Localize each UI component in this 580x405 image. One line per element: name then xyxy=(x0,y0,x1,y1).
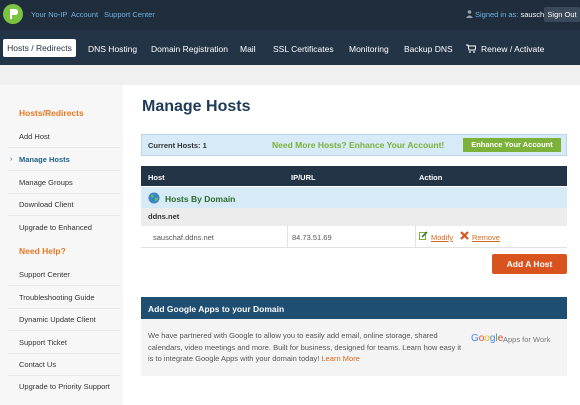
divider xyxy=(8,285,120,286)
nav-hosts-redirects[interactable]: Hosts / Redirects xyxy=(3,39,76,57)
learn-more-link[interactable]: Learn More xyxy=(321,354,359,363)
group-label: Hosts By Domain xyxy=(165,194,236,204)
add-host-button[interactable]: Add A Host xyxy=(492,254,567,274)
divider xyxy=(8,375,120,376)
your-noip-link[interactable]: Your No-IP xyxy=(31,10,67,19)
nav-backup-dns[interactable]: Backup DNS xyxy=(404,44,453,54)
modify-link[interactable]: Modify xyxy=(431,233,453,242)
divider xyxy=(8,193,120,194)
globe-icon xyxy=(148,192,160,204)
apps-for-work-label: Apps for Work xyxy=(503,335,551,344)
upsell-text: Need More Hosts? Enhance Your Account! xyxy=(272,140,445,150)
host-ip: 84.73.51.69 xyxy=(292,233,332,242)
divider xyxy=(415,226,416,248)
nav-renew-activate[interactable]: Renew / Activate xyxy=(481,44,544,54)
host-name[interactable]: sauschaf.ddns.net xyxy=(153,233,214,242)
remove-icon[interactable] xyxy=(460,231,469,240)
divider xyxy=(8,330,120,331)
divider xyxy=(8,170,120,171)
domain-row xyxy=(141,208,567,226)
nav-monitoring[interactable]: Monitoring xyxy=(349,44,389,54)
noip-logo-icon[interactable] xyxy=(3,4,23,24)
sidebar-item-troubleshooting[interactable]: Troubleshooting Guide xyxy=(19,293,95,302)
google-apps-description: We have partnered with Google to allow y… xyxy=(148,331,462,363)
nav-mail[interactable]: Mail xyxy=(240,44,256,54)
edit-icon[interactable] xyxy=(419,231,428,240)
google-apps-title: Add Google Apps to your Domain xyxy=(148,304,285,314)
sidebar-item-dynamic-update-client[interactable]: Dynamic Update Client xyxy=(19,315,96,324)
sidebar-item-support-center[interactable]: Support Center xyxy=(19,270,70,279)
sidebar-item-manage-hosts[interactable]: Manage Hosts xyxy=(19,155,70,164)
table-header xyxy=(141,166,567,186)
sidebar-heading-help: Need Help? xyxy=(19,246,66,256)
account-link[interactable]: Account xyxy=(71,10,98,19)
sidebar-item-contact-us[interactable]: Contact Us xyxy=(19,360,56,369)
divider xyxy=(8,308,120,309)
chevron-right-icon: › xyxy=(10,156,13,163)
current-hosts-count: Current Hosts: 1 xyxy=(148,141,207,150)
divider xyxy=(8,215,120,216)
domain-label: ddns.net xyxy=(148,212,180,221)
divider xyxy=(287,226,288,248)
signed-in-label: Signed in as: sauschaf xyxy=(475,10,551,19)
header-action: Action xyxy=(419,173,443,182)
page-title: Manage Hosts xyxy=(142,98,251,115)
sidebar-item-support-ticket[interactable]: Support Ticket xyxy=(19,338,67,347)
nav-domain-registration[interactable]: Domain Registration xyxy=(151,44,228,54)
sidebar-heading-hosts: Hosts/Redirects xyxy=(19,108,84,118)
nav-dns-hosting[interactable]: DNS Hosting xyxy=(88,44,137,54)
cart-icon xyxy=(466,44,476,53)
sidebar-item-upgrade-enhanced[interactable]: Upgrade to Enhanced xyxy=(19,223,92,232)
divider xyxy=(8,353,120,354)
user-icon xyxy=(466,10,473,18)
sign-out-button[interactable]: Sign Out xyxy=(544,7,580,22)
sidebar-item-add-host[interactable]: Add Host xyxy=(19,132,50,141)
support-center-link[interactable]: Support Center xyxy=(104,10,155,19)
nav-ssl-certificates[interactable]: SSL Certificates xyxy=(273,44,334,54)
header-host: Host xyxy=(148,173,165,182)
sidebar-item-download-client[interactable]: Download Client xyxy=(19,200,74,209)
enhance-account-button[interactable]: Enhance Your Account xyxy=(463,138,561,152)
remove-link[interactable]: Remove xyxy=(472,233,500,242)
sidebar-item-priority-support[interactable]: Upgrade to Priority Support xyxy=(19,382,110,391)
sidebar-item-manage-groups[interactable]: Manage Groups xyxy=(19,178,73,187)
header-ip-url: IP/URL xyxy=(291,173,316,182)
google-logo: Google xyxy=(471,333,504,344)
divider xyxy=(8,147,120,148)
